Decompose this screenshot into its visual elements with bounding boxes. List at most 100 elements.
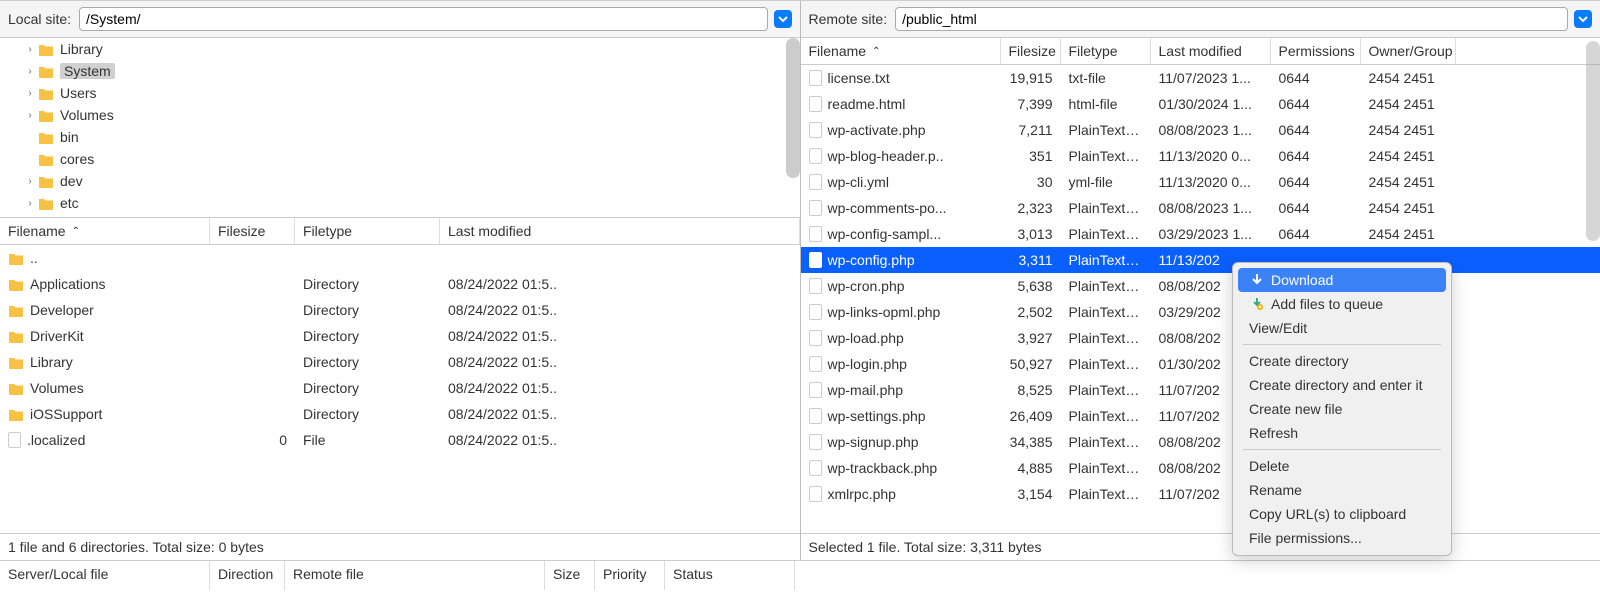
- col-filename[interactable]: Filename⌃: [801, 38, 1001, 64]
- file-mod: 08/08/2023 1...: [1151, 200, 1271, 216]
- file-mod: 11/13/2020 0...: [1151, 174, 1271, 190]
- file-name: wp-login.php: [801, 356, 1001, 372]
- file-row[interactable]: wp-mail.php8,525PlainTextT...11/07/202: [801, 377, 1600, 403]
- file-row[interactable]: wp-cli.yml30yml-file11/13/2020 0...06442…: [801, 169, 1600, 195]
- file-row[interactable]: wp-login.php50,927PlainTextT...01/30/202: [801, 351, 1600, 377]
- file-row[interactable]: ApplicationsDirectory08/24/2022 01:5..: [0, 271, 800, 297]
- file-name: wp-load.php: [801, 330, 1001, 346]
- col-remote-file[interactable]: Remote file: [285, 561, 545, 590]
- menu-item[interactable]: Create directory and enter it: [1233, 373, 1451, 397]
- chevron-down-icon: [778, 15, 788, 23]
- expand-icon[interactable]: ›: [24, 88, 36, 99]
- file-name: iOSSupport: [0, 406, 210, 422]
- file-row[interactable]: wp-load.php3,927PlainTextT...08/08/202: [801, 325, 1600, 351]
- remote-site-input[interactable]: [895, 7, 1568, 31]
- expand-icon[interactable]: ›: [24, 176, 36, 187]
- tree-item[interactable]: bin: [0, 126, 800, 148]
- file-row[interactable]: wp-blog-header.p..351PlainTextT...11/13/…: [801, 143, 1600, 169]
- local-site-input[interactable]: [79, 7, 767, 31]
- col-server-local[interactable]: Server/Local file: [0, 561, 210, 590]
- tree-item[interactable]: › Users: [0, 82, 800, 104]
- expand-icon[interactable]: ›: [24, 66, 36, 77]
- file-size: 4,885: [1001, 460, 1061, 476]
- menu-label: Download: [1271, 272, 1333, 288]
- menu-item[interactable]: File permissions...: [1233, 526, 1451, 550]
- sort-asc-icon: ⌃: [72, 226, 80, 237]
- file-row[interactable]: readme.html7,399html-file01/30/2024 1...…: [801, 91, 1600, 117]
- file-row[interactable]: DriverKitDirectory08/24/2022 01:5..: [0, 323, 800, 349]
- file-row[interactable]: wp-comments-po...2,323PlainTextT...08/08…: [801, 195, 1600, 221]
- tree-label: Library: [60, 41, 103, 57]
- file-row[interactable]: LibraryDirectory08/24/2022 01:5..: [0, 349, 800, 375]
- file-type: PlainTextT...: [1061, 122, 1151, 138]
- file-row[interactable]: license.txt19,915txt-file11/07/2023 1...…: [801, 65, 1600, 91]
- context-menu[interactable]: Download Add files to queueView/Edit Creat…: [1232, 262, 1452, 556]
- tree-item[interactable]: › Library: [0, 38, 800, 60]
- file-row[interactable]: wp-settings.php26,409PlainTextT...11/07/…: [801, 403, 1600, 429]
- menu-item[interactable]: Create directory: [1233, 349, 1451, 373]
- file-name: ..: [0, 250, 210, 266]
- scrollbar[interactable]: [786, 38, 800, 178]
- col-filename[interactable]: Filename⌃: [0, 218, 210, 244]
- remote-dropdown-button[interactable]: [1574, 10, 1592, 28]
- file-row[interactable]: VolumesDirectory08/24/2022 01:5..: [0, 375, 800, 401]
- file-row[interactable]: wp-links-opml.php2,502PlainTextT...03/29…: [801, 299, 1600, 325]
- menu-item[interactable]: Delete: [1233, 454, 1451, 478]
- local-tree-pane[interactable]: ›Library›System›Users›Volumesbincores›de…: [0, 38, 800, 218]
- file-row[interactable]: wp-trackback.php4,885PlainTextT...08/08/…: [801, 455, 1600, 481]
- col-priority[interactable]: Priority: [595, 561, 665, 590]
- remote-file-list[interactable]: license.txt19,915txt-file11/07/2023 1...…: [801, 65, 1600, 533]
- file-row[interactable]: wp-activate.php7,211PlainTextT...08/08/2…: [801, 117, 1600, 143]
- scrollbar[interactable]: [1586, 41, 1600, 241]
- tree-item[interactable]: ›Volumes: [0, 104, 800, 126]
- expand-icon[interactable]: ›: [24, 198, 36, 209]
- menu-item[interactable]: Rename: [1233, 478, 1451, 502]
- menu-item[interactable]: Create new file: [1233, 397, 1451, 421]
- local-dropdown-button[interactable]: [774, 10, 792, 28]
- file-icon: [809, 460, 822, 476]
- file-row[interactable]: wp-config-sampl...3,013PlainTextT...03/2…: [801, 221, 1600, 247]
- col-filetype[interactable]: Filetype: [1061, 38, 1151, 64]
- file-size: 5,638: [1001, 278, 1061, 294]
- col-size[interactable]: Size: [545, 561, 595, 590]
- file-size: 3,311: [1001, 252, 1061, 268]
- file-row[interactable]: wp-cron.php5,638PlainTextT...08/08/202: [801, 273, 1600, 299]
- file-row[interactable]: DeveloperDirectory08/24/2022 01:5..: [0, 297, 800, 323]
- tree-item[interactable]: ›dev: [0, 170, 800, 192]
- col-filesize[interactable]: Filesize: [210, 218, 295, 244]
- file-size: 3,927: [1001, 330, 1061, 346]
- menu-separator: [1243, 449, 1441, 450]
- file-row[interactable]: ..: [0, 245, 800, 271]
- file-row[interactable]: wp-config.php3,311PlainTextT...11/13/202: [801, 247, 1600, 273]
- file-perm: 0644: [1271, 200, 1361, 216]
- tree-item[interactable]: ›etc: [0, 192, 800, 214]
- expand-icon[interactable]: ›: [24, 110, 36, 121]
- tree-label: Users: [60, 85, 97, 101]
- col-owner[interactable]: Owner/Group: [1361, 38, 1456, 64]
- menu-item[interactable]: Copy URL(s) to clipboard: [1233, 502, 1451, 526]
- file-row[interactable]: iOSSupportDirectory08/24/2022 01:5..: [0, 401, 800, 427]
- col-filesize[interactable]: Filesize: [1001, 38, 1061, 64]
- file-row[interactable]: xmlrpc.php3,154PlainTextT...11/07/202: [801, 481, 1600, 507]
- menu-item[interactable]: Refresh: [1233, 421, 1451, 445]
- file-icon: [809, 148, 822, 164]
- tree-item[interactable]: cores: [0, 148, 800, 170]
- file-row[interactable]: wp-signup.php34,385PlainTextT...08/08/20…: [801, 429, 1600, 455]
- file-type: Directory: [295, 406, 440, 422]
- file-row[interactable]: .localized0File08/24/2022 01:5..: [0, 427, 800, 453]
- expand-icon[interactable]: ›: [24, 44, 36, 55]
- col-direction[interactable]: Direction: [210, 561, 285, 590]
- col-status[interactable]: Status: [665, 561, 795, 590]
- menu-item[interactable]: Download: [1238, 268, 1446, 292]
- local-panel: Local site: ›Library›System›Users›Volume…: [0, 1, 801, 560]
- local-file-list[interactable]: .. ApplicationsDirectory08/24/2022 01:5..…: [0, 245, 800, 533]
- col-filetype[interactable]: Filetype: [295, 218, 440, 244]
- col-permissions[interactable]: Permissions: [1271, 38, 1361, 64]
- col-lastmod[interactable]: Last modified: [440, 218, 800, 244]
- local-site-label: Local site:: [8, 11, 71, 27]
- file-perm: 0644: [1271, 96, 1361, 112]
- menu-item[interactable]: Add files to queue: [1233, 292, 1451, 316]
- col-lastmod[interactable]: Last modified: [1151, 38, 1271, 64]
- menu-item[interactable]: View/Edit: [1233, 316, 1451, 340]
- tree-item[interactable]: ›System: [0, 60, 800, 82]
